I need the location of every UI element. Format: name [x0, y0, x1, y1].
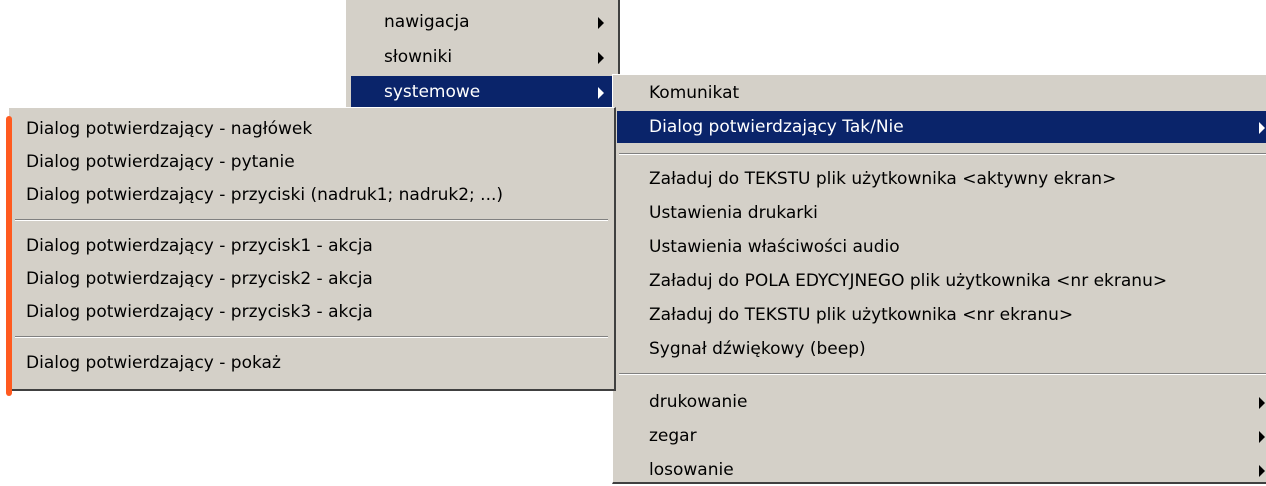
menu-item-komunikat[interactable]: Komunikat — [613, 77, 1266, 109]
menu-item-zaladuj-tekst-nr[interactable]: Załaduj do TEKSTU plik użytkownika <nr e… — [613, 299, 1266, 331]
annotation-marker — [6, 116, 12, 396]
menu-item-label: Komunikat — [649, 83, 740, 103]
menu-item-systemowe[interactable]: systemowe — [351, 76, 613, 108]
menu-item-label: Dialog potwierdzający - przycisk2 - akcj… — [26, 269, 373, 289]
menu-item-dialog-pytanie[interactable]: Dialog potwierdzający - pytanie — [9, 146, 614, 178]
menu-item-sygnal-dzwiekowy[interactable]: Sygnał dźwiękowy (beep) — [613, 333, 1266, 365]
menu-item-ustawienia-audio[interactable]: Ustawienia właściwości audio — [613, 231, 1266, 263]
submenu-arrow-icon — [598, 87, 604, 99]
menu-item-zaladuj-tekst-aktywny[interactable]: Załaduj do TEKSTU plik użytkownika <akty… — [613, 163, 1266, 195]
menu-item-dialog-przycisk3-akcja[interactable]: Dialog potwierdzający - przycisk3 - akcj… — [9, 296, 614, 328]
menu-separator — [15, 336, 608, 338]
submenu-arrow-icon — [1259, 465, 1265, 477]
menu-item-label: nawigacja — [384, 12, 470, 32]
menu-item-label: Ustawienia drukarki — [649, 203, 818, 223]
menu-item-label: Załaduj do TEKSTU plik użytkownika <nr e… — [649, 305, 1074, 325]
menu-item-dialog-pokaz[interactable]: Dialog potwierdzający - pokaż — [9, 347, 614, 379]
menu-item-label: Dialog potwierdzający - przyciski (nadru… — [26, 185, 504, 205]
menu-item-dialog-tak-nie[interactable]: Dialog potwierdzający Tak/Nie — [617, 111, 1266, 143]
menu-item-label: zegar — [649, 426, 697, 446]
menu-item-slowniki[interactable]: słowniki — [346, 41, 618, 73]
menu-item-label: systemowe — [384, 82, 481, 102]
system-submenu: Komunikat Dialog potwierdzający Tak/Nie … — [612, 74, 1266, 484]
menu-separator — [619, 153, 1266, 155]
menu-item-label: Dialog potwierdzający - pokaż — [26, 353, 281, 373]
parent-menu: nawigacja słowniki systemowe — [345, 0, 620, 112]
menu-item-label: losowanie — [649, 460, 734, 480]
submenu-arrow-icon — [1259, 122, 1265, 134]
menu-item-drukowanie[interactable]: drukowanie — [613, 386, 1266, 418]
menu-item-losowanie[interactable]: losowanie — [613, 454, 1266, 486]
submenu-arrow-icon — [1259, 397, 1265, 409]
menu-item-nawigacja[interactable]: nawigacja — [346, 6, 618, 38]
menu-item-label: Dialog potwierdzający Tak/Nie — [649, 117, 904, 137]
submenu-arrow-icon — [598, 52, 604, 64]
menu-separator — [15, 219, 608, 221]
menu-item-label: Załaduj do POLA EDYCYJNEGO plik użytkown… — [649, 271, 1168, 291]
submenu-arrow-icon — [598, 17, 604, 29]
menu-item-label: Dialog potwierdzający - przycisk3 - akcj… — [26, 302, 373, 322]
dialog-submenu: Dialog potwierdzający - nagłówek Dialog … — [8, 107, 616, 391]
menu-item-label: Załaduj do TEKSTU plik użytkownika <akty… — [649, 169, 1117, 189]
menu-item-label: Sygnał dźwiękowy (beep) — [649, 339, 866, 359]
menu-item-zaladuj-pole[interactable]: Załaduj do POLA EDYCYJNEGO plik użytkown… — [613, 265, 1266, 297]
submenu-arrow-icon — [1259, 431, 1265, 443]
menu-item-dialog-przycisk1-akcja[interactable]: Dialog potwierdzający - przycisk1 - akcj… — [9, 230, 614, 262]
menu-item-label: Dialog potwierdzający - przycisk1 - akcj… — [26, 236, 373, 256]
menu-item-dialog-przyciski[interactable]: Dialog potwierdzający - przyciski (nadru… — [9, 179, 614, 211]
menu-item-label: Dialog potwierdzający - nagłówek — [26, 119, 313, 139]
menu-item-label: słowniki — [384, 47, 453, 67]
menu-separator — [619, 373, 1266, 375]
menu-item-label: drukowanie — [649, 392, 748, 412]
menu-item-label: Dialog potwierdzający - pytanie — [26, 152, 295, 172]
menu-item-ustawienia-drukarki[interactable]: Ustawienia drukarki — [613, 197, 1266, 229]
menu-item-zegar[interactable]: zegar — [613, 420, 1266, 452]
menu-item-dialog-naglowek[interactable]: Dialog potwierdzający - nagłówek — [9, 113, 614, 145]
menu-item-dialog-przycisk2-akcja[interactable]: Dialog potwierdzający - przycisk2 - akcj… — [9, 263, 614, 295]
menu-item-label: Ustawienia właściwości audio — [649, 237, 900, 257]
